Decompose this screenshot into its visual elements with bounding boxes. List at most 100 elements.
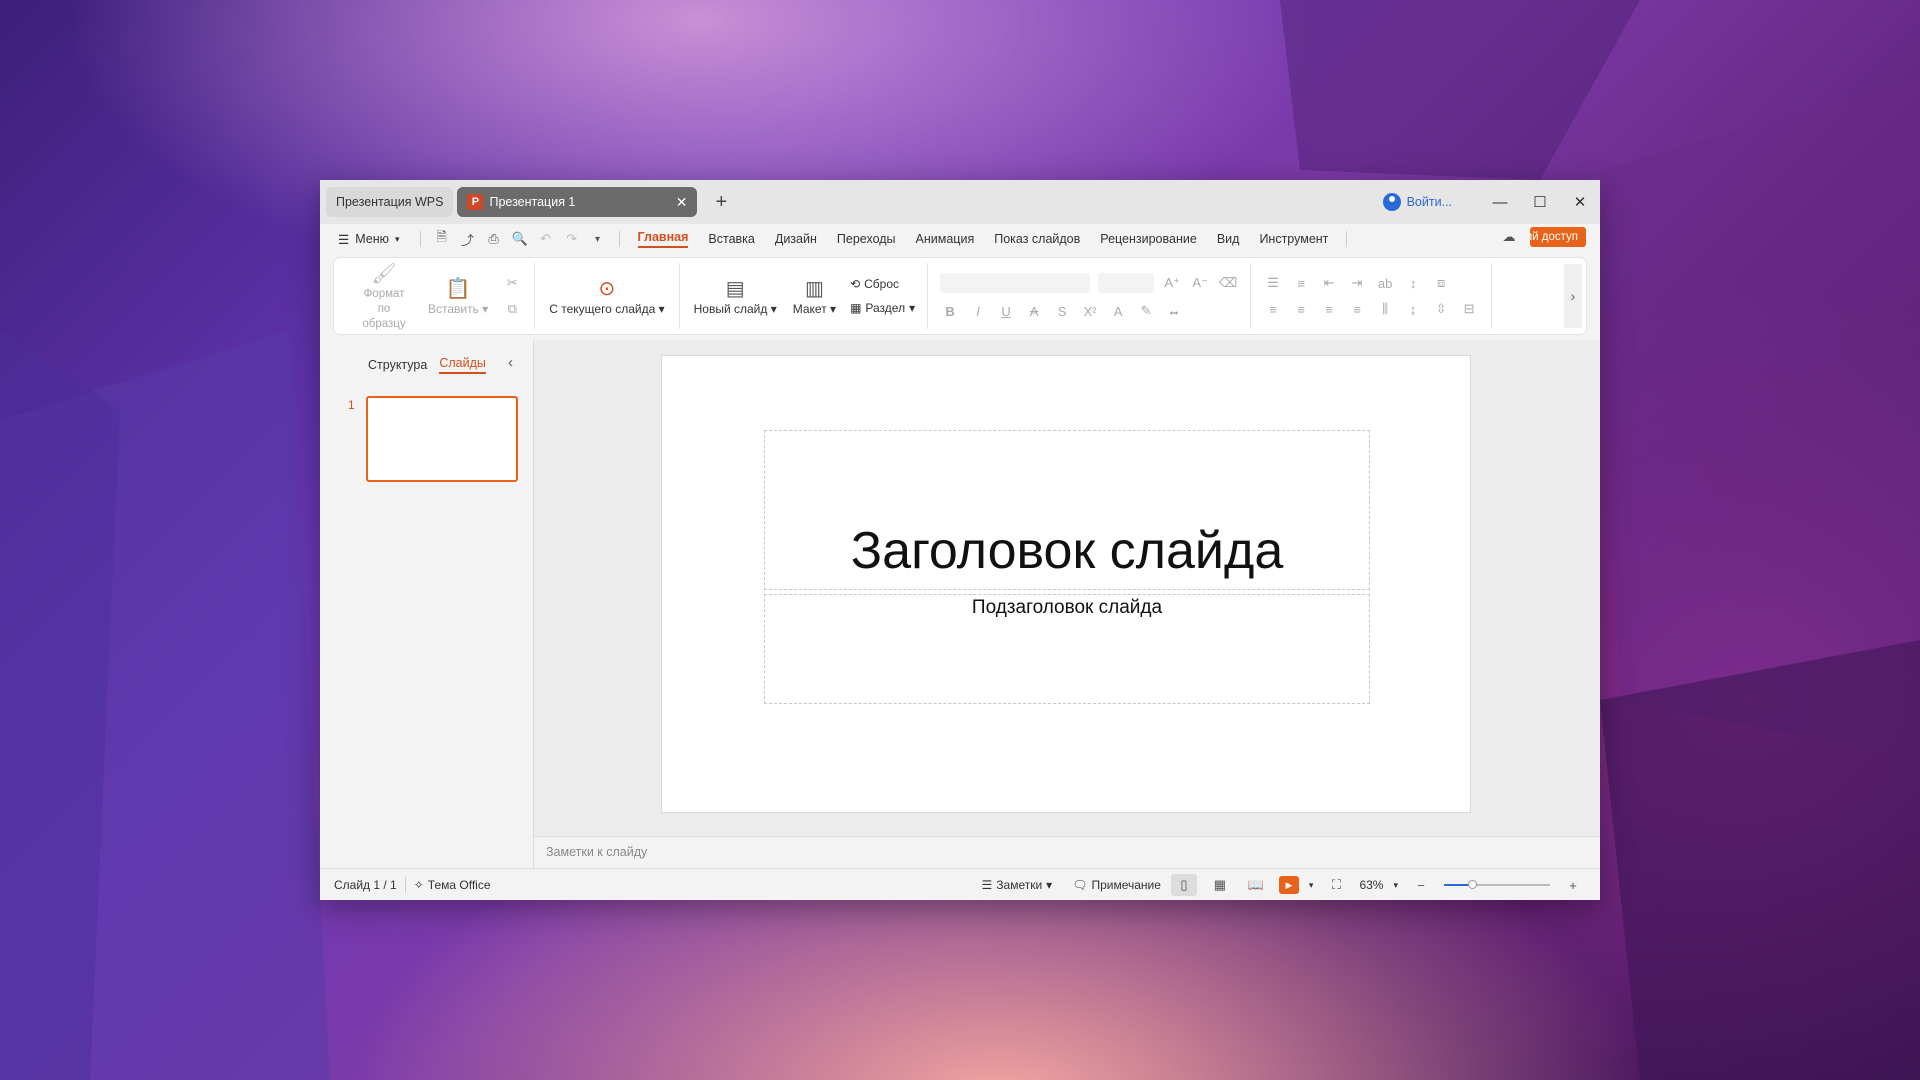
bullets-icon[interactable]: ☰ [1263,275,1283,291]
reset-icon: ⟲ [850,277,861,291]
tab-slides[interactable]: Слайды [439,356,486,374]
notes-toggle-button[interactable]: ☰ Заметки ▾ [982,878,1053,892]
divider [1346,231,1348,247]
distribute-icon[interactable]: ⫼ [1375,301,1395,317]
numbering-icon[interactable]: ≡ [1291,276,1311,291]
increase-font-icon[interactable]: A⁺ [1162,275,1182,291]
zoom-select[interactable]: 63% ▾ [1359,878,1398,892]
minimize-icon[interactable]: — [1480,194,1520,211]
align-right-icon[interactable]: ≡ [1319,302,1339,317]
slide-sorter-icon[interactable]: ▦ [1207,874,1233,896]
tab-slideshow[interactable]: Показ слайдов [994,232,1080,246]
maximize-icon[interactable]: ☐ [1520,193,1560,211]
share-button[interactable]: Общий доступ [1530,227,1586,247]
align-center-icon[interactable]: ≡ [1291,302,1311,317]
slideshow-group: ⊙ С текущего слайда ▾ [535,263,680,329]
format-painter-button[interactable]: 🖌 Формат по образцу [348,261,420,332]
play-options-chevron-icon[interactable]: ▾ [1309,880,1314,891]
tab-tools[interactable]: Инструмент [1259,232,1328,246]
from-current-slide-button[interactable]: ⊙ С текущего слайда ▾ [541,276,672,316]
justify-icon[interactable]: ≡ [1347,302,1367,317]
redo-icon[interactable]: ↷ [559,231,585,247]
from-current-label: С текущего слайда [549,302,656,316]
increase-indent-icon[interactable]: ⇥ [1347,275,1367,291]
tab-transitions[interactable]: Переходы [837,232,896,246]
text-direction-icon[interactable]: ab [1375,276,1395,291]
tab-view[interactable]: Вид [1217,232,1240,246]
zoom-in-icon[interactable]: + [1560,874,1586,896]
slide-thumbnail[interactable] [366,396,518,482]
align-left-icon[interactable]: ≡ [1263,302,1283,317]
tab-insert[interactable]: Вставка [708,232,754,246]
play-slideshow-icon[interactable]: ▶ [1278,876,1299,894]
paste-label: Вставить [428,302,479,316]
shadow-icon[interactable]: S [1052,304,1072,319]
tab-wps-home[interactable]: Презентация WPS [326,187,454,217]
font-group: A⁺ A⁻ ⌫ B I U A S X² A ✎ ⇔ [928,263,1252,329]
underline-icon[interactable]: U [996,304,1016,319]
save-icon[interactable]: 🗎 [429,228,455,250]
italic-icon[interactable]: I [968,304,988,319]
bold-icon[interactable]: B [940,304,960,319]
sort-icon[interactable]: ↕ [1403,276,1423,291]
strikethrough-icon[interactable]: A [1024,304,1044,319]
print-preview-icon[interactable]: 🔍 [507,231,533,247]
character-spacing-icon[interactable]: ⇔ [1164,304,1184,319]
font-family-select[interactable] [940,273,1091,293]
customize-chevron-icon[interactable]: ▾ [585,234,611,245]
clear-format-icon[interactable]: ⌫ [1218,275,1238,291]
main-menu-button[interactable]: ☰ Меню ▾ [338,232,400,247]
theme-button[interactable]: ✧ Тема Office [414,878,491,892]
close-window-icon[interactable]: ✕ [1560,193,1600,211]
tab-document[interactable]: P Презентация 1 ✕ [457,187,698,217]
export-pdf-icon[interactable]: ⤴ [455,230,481,249]
text-align-icon[interactable]: ⊟ [1459,301,1479,317]
normal-view-icon[interactable]: ▯ [1170,874,1197,896]
tab-home[interactable]: Главная [637,230,689,248]
tab-animation[interactable]: Анимация [916,232,975,246]
collapse-panel-icon[interactable]: ‹ [508,354,513,371]
layout-button[interactable]: ▥ Макет ▾ [785,276,844,316]
slide-subtitle: Подзаголовок слайда [971,597,1163,618]
zoom-slider[interactable] [1444,880,1550,889]
print-icon[interactable]: ⎙ [481,231,507,247]
ribbon-home: 🖌 Формат по образцу 📋 Вставить ▾ ✂ ⧉ ⊙ С… [334,258,1586,334]
font-size-select[interactable] [1098,273,1155,293]
slide-number: 1 [348,398,355,412]
decrease-indent-icon[interactable]: ⇤ [1319,275,1339,291]
tab-design[interactable]: Дизайн [775,232,817,246]
fit-window-icon[interactable]: ⛶ [1323,874,1349,896]
reading-view-icon[interactable]: 📖 [1243,874,1269,896]
notes-field[interactable]: Заметки к слайду [534,836,1600,868]
line-spacing-icon[interactable]: ↨ [1403,302,1423,317]
decrease-font-icon[interactable]: A⁻ [1190,275,1210,291]
copy-icon[interactable]: ⧉ [502,301,522,317]
tab-review[interactable]: Рецензирование [1100,232,1197,246]
reset-button[interactable]: ⟲ Сброс [850,277,915,291]
new-tab-icon[interactable]: + [715,191,727,214]
zoom-slider-handle[interactable] [1467,880,1477,889]
new-slide-button[interactable]: ▤ Новый слайд ▾ [686,276,785,316]
section-button[interactable]: ▦ Раздел ▾ [850,301,915,315]
zoom-out-icon[interactable]: − [1408,874,1434,896]
comment-button[interactable]: 🗨 Примечание [1072,878,1161,892]
presentation-icon: P [467,194,484,210]
superscript-icon[interactable]: X² [1080,304,1100,319]
login-button[interactable]: Войти... [1382,193,1452,211]
close-tab-icon[interactable]: ✕ [676,194,688,211]
paragraph-spacing-icon[interactable]: ⇳ [1431,301,1451,317]
tab-outline[interactable]: Структура [368,358,427,372]
font-color-icon[interactable]: A [1108,304,1128,319]
highlight-icon[interactable]: ✎ [1136,303,1156,319]
paste-button[interactable]: 📋 Вставить ▾ [420,276,496,316]
convert-smartart-icon[interactable]: ⧈ [1431,275,1451,291]
undo-icon[interactable]: ↶ [533,231,559,247]
subtitle-placeholder[interactable]: Подзаголовок слайда [764,594,1370,704]
title-placeholder[interactable]: Заголовок слайда [764,430,1370,590]
cloud-sync-icon[interactable]: ☁ [1496,229,1522,245]
theme-icon: ✧ [413,877,424,892]
ribbon-scroll-right-icon[interactable]: › [1564,264,1582,328]
paste-icon: 📋 [445,278,471,300]
slide[interactable]: Заголовок слайда Подзаголовок слайда [662,356,1470,812]
cut-icon[interactable]: ✂ [502,275,522,291]
